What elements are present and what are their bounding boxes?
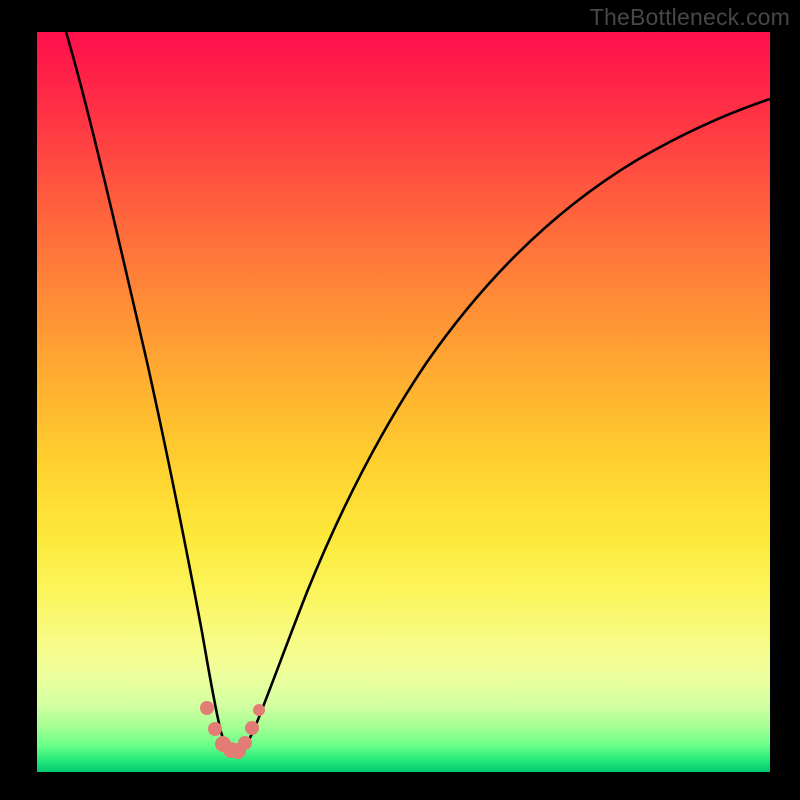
marker-dot (200, 701, 214, 715)
marker-dot (208, 722, 222, 736)
plot-area (37, 32, 770, 772)
marker-dot (253, 704, 265, 716)
chart-svg (37, 32, 770, 772)
watermark-text: TheBottleneck.com (590, 4, 790, 31)
bottleneck-curve (66, 32, 770, 752)
marker-dot (245, 721, 259, 735)
marker-group (200, 701, 265, 759)
marker-dot (238, 736, 252, 750)
chart-frame: TheBottleneck.com (0, 0, 800, 800)
